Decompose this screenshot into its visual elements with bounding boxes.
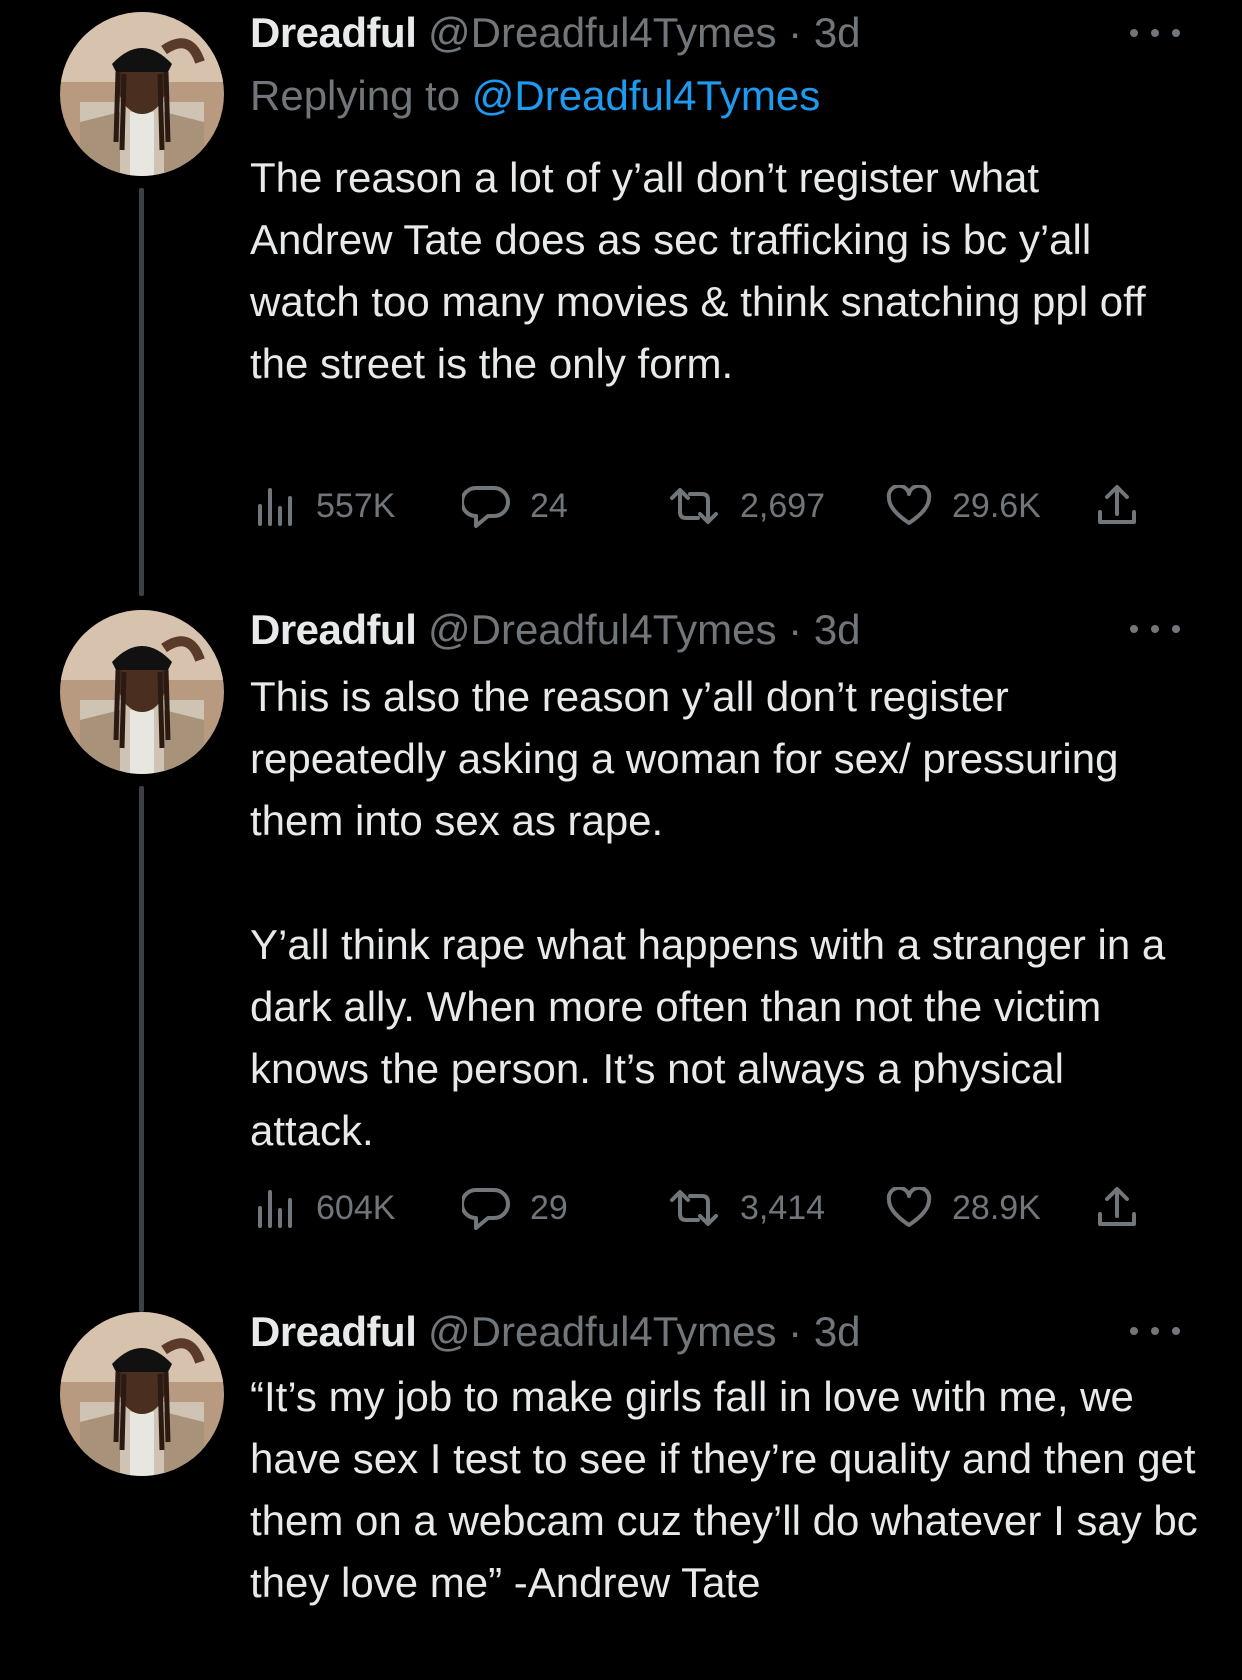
like-count: 28.9K <box>952 1188 1041 1227</box>
replying-to: Replying to @Dreadful4Tymes <box>250 65 1190 127</box>
tweet-text: “It’s my job to make girls fall in love … <box>250 1366 1200 1614</box>
display-name[interactable]: Dreadful <box>250 1308 417 1355</box>
action-bar: 604K 29 3,414 28.9K <box>250 1182 1150 1234</box>
tweet-text: The reason a lot of y’all don’t register… <box>250 147 1190 395</box>
reply-count: 24 <box>530 486 568 525</box>
timestamp[interactable]: 3d <box>814 1308 861 1355</box>
user-handle[interactable]: @Dreadful4Tymes <box>428 606 776 653</box>
heart-icon <box>886 1187 932 1227</box>
analytics-bars-icon <box>258 1190 292 1228</box>
views-count: 557K <box>316 486 396 525</box>
display-name[interactable]: Dreadful <box>250 9 417 56</box>
heart-icon <box>886 485 932 525</box>
separator-dot: · <box>788 606 803 653</box>
more-dots-icon[interactable] <box>1130 18 1180 48</box>
action-bar: 557K 24 2,697 29.6K <box>250 480 1150 532</box>
user-handle[interactable]: @Dreadful4Tymes <box>428 9 776 56</box>
more-dots-icon[interactable] <box>1130 1316 1180 1346</box>
reply-button[interactable]: 24 <box>462 480 568 532</box>
thread-line <box>139 786 144 1312</box>
tweet-paragraph: The reason a lot of y’all don’t register… <box>250 154 1146 387</box>
retweet-button[interactable]: 3,414 <box>668 1182 825 1234</box>
retweet-button[interactable]: 2,697 <box>668 480 825 532</box>
views-button[interactable]: 557K <box>256 480 395 532</box>
speech-bubble-icon <box>462 1188 510 1230</box>
tweet-text: This is also the reason y’all don’t regi… <box>250 666 1190 1162</box>
timestamp[interactable]: 3d <box>814 606 861 653</box>
avatar[interactable] <box>60 610 224 774</box>
user-handle[interactable]: @Dreadful4Tymes <box>428 1308 776 1355</box>
tweet-paragraph: Y’all think rape what happens with a str… <box>250 921 1166 1154</box>
avatar[interactable] <box>60 1312 224 1476</box>
tweet-paragraph: This is also the reason y’all don’t regi… <box>250 673 1119 844</box>
speech-bubble-icon <box>462 486 510 528</box>
retweet-count: 2,697 <box>740 486 826 525</box>
like-count: 29.6K <box>952 486 1041 525</box>
avatar[interactable] <box>60 12 224 176</box>
retweet-arrows-icon <box>670 488 718 524</box>
views-count: 604K <box>316 1188 396 1227</box>
separator-dot: · <box>788 1308 803 1355</box>
like-button[interactable]: 29.6K <box>886 480 1041 532</box>
share-button[interactable] <box>1096 1182 1138 1234</box>
share-upload-icon <box>1098 1187 1136 1226</box>
reply-count: 29 <box>530 1188 568 1227</box>
share-upload-icon <box>1098 485 1136 524</box>
reply-button[interactable]: 29 <box>462 1182 568 1234</box>
timestamp[interactable]: 3d <box>814 9 861 56</box>
tweet-header: Dreadful @Dreadful4Tymes · 3d <box>250 1302 1190 1362</box>
display-name[interactable]: Dreadful <box>250 606 417 653</box>
retweet-count: 3,414 <box>740 1188 826 1227</box>
replying-label: Replying to <box>250 72 461 119</box>
thread-line <box>139 188 144 596</box>
like-button[interactable]: 28.9K <box>886 1182 1041 1234</box>
tweet-paragraph: “It’s my job to make girls fall in love … <box>250 1373 1198 1606</box>
separator-dot: · <box>788 9 803 56</box>
views-button[interactable]: 604K <box>256 1182 395 1234</box>
tweet-header: Dreadful @Dreadful4Tymes · 3d <box>250 3 1190 63</box>
retweet-arrows-icon <box>670 1190 718 1226</box>
tweet-header: Dreadful @Dreadful4Tymes · 3d <box>250 600 1190 660</box>
mention-link[interactable]: @Dreadful4Tymes <box>472 72 820 119</box>
more-dots-icon[interactable] <box>1130 614 1180 644</box>
analytics-bars-icon <box>258 488 292 526</box>
share-button[interactable] <box>1096 480 1138 532</box>
